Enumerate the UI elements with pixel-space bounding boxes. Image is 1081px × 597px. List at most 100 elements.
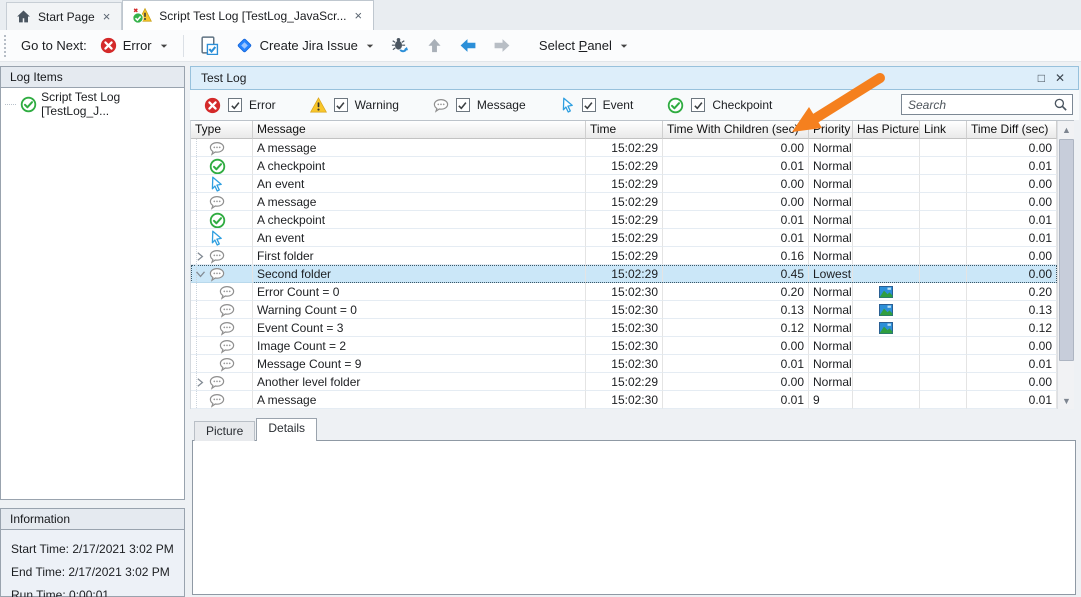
- search-box: [901, 94, 1073, 115]
- go-up-button[interactable]: [421, 34, 448, 57]
- back-button[interactable]: [454, 34, 482, 57]
- filter-checkbox-error[interactable]: [228, 98, 242, 112]
- post-issue-button[interactable]: [385, 34, 415, 58]
- link-cell: [920, 355, 967, 373]
- forward-button[interactable]: [488, 34, 516, 57]
- time-cell: 15:02:30: [586, 355, 663, 373]
- message-cell: Event Count = 3: [253, 319, 586, 337]
- type-cell: [191, 373, 253, 391]
- has-picture-cell: [853, 373, 920, 391]
- log-row[interactable]: A message15:02:290.00Normal0.00: [191, 139, 1057, 157]
- message-cell: Image Count = 2: [253, 337, 586, 355]
- column-header-timediff[interactable]: Time Diff (sec): [967, 121, 1057, 139]
- log-row[interactable]: An event15:02:290.01Normal0.01: [191, 229, 1057, 247]
- tab-start-page[interactable]: Start Page ×: [6, 2, 122, 30]
- checkpoint-icon: [209, 158, 226, 175]
- priority-cell: Normal: [809, 247, 853, 265]
- message-icon: [219, 303, 235, 318]
- priority-cell: Normal: [809, 175, 853, 193]
- message-icon: [209, 393, 225, 408]
- column-header-message[interactable]: Message: [253, 121, 586, 139]
- log-row[interactable]: A checkpoint15:02:290.01Normal0.01: [191, 211, 1057, 229]
- tab-close-icon[interactable]: ×: [354, 11, 364, 21]
- has-picture-cell: [853, 391, 920, 409]
- column-header-priority[interactable]: Priority: [809, 121, 853, 139]
- log-row[interactable]: Another level folder15:02:290.00Normal0.…: [191, 373, 1057, 391]
- tree-item-script-test-log[interactable]: Script Test Log [TestLog_J...: [5, 94, 180, 114]
- twc-cell: 0.01: [663, 211, 809, 229]
- twc-cell: 0.20: [663, 283, 809, 301]
- log-row[interactable]: Message Count = 915:02:300.01Normal0.01: [191, 355, 1057, 373]
- search-icon[interactable]: [1053, 97, 1068, 112]
- filter-label: Event: [603, 98, 634, 112]
- log-row[interactable]: An event15:02:290.00Normal0.00: [191, 175, 1057, 193]
- message-cell: A checkpoint: [253, 211, 586, 229]
- chevron-down-icon: [620, 42, 628, 50]
- log-row[interactable]: A checkpoint15:02:290.01Normal0.01: [191, 157, 1057, 175]
- maximize-panel-icon[interactable]: □: [1033, 71, 1050, 85]
- chevron-down-icon[interactable]: [194, 269, 206, 279]
- tab-picture[interactable]: Picture: [194, 421, 255, 441]
- tab-details[interactable]: Details: [256, 418, 317, 441]
- timediff-cell: 0.00: [967, 337, 1057, 355]
- twc-cell: 0.12: [663, 319, 809, 337]
- log-row[interactable]: Warning Count = 015:02:300.13Normal0.13: [191, 301, 1057, 319]
- chevron-right-icon[interactable]: [194, 377, 206, 388]
- has-picture-cell: [853, 193, 920, 211]
- scroll-up-icon[interactable]: ▲: [1058, 121, 1074, 138]
- priority-cell: Normal: [809, 319, 853, 337]
- scrollbar-thumb[interactable]: [1059, 139, 1074, 361]
- column-header-twc[interactable]: Time With Children (sec): [663, 121, 809, 139]
- tab-close-icon[interactable]: ×: [102, 12, 112, 22]
- log-row[interactable]: First folder15:02:290.16Normal0.00: [191, 247, 1057, 265]
- toolbar-grip-handle[interactable]: [4, 35, 8, 57]
- filter-checkbox-warning[interactable]: [334, 98, 348, 112]
- type-cell: [191, 175, 253, 193]
- message-cell: Another level folder: [253, 373, 586, 391]
- priority-cell: Normal: [809, 301, 853, 319]
- event-icon: [209, 230, 224, 246]
- has-picture-cell: [853, 283, 920, 301]
- log-row[interactable]: A message15:02:300.0190.01: [191, 391, 1057, 409]
- filter-checkbox-checkpoint[interactable]: [691, 98, 705, 112]
- chevron-right-icon[interactable]: [194, 251, 206, 262]
- log-row[interactable]: Event Count = 315:02:300.12Normal0.12: [191, 319, 1057, 337]
- link-cell: [920, 265, 967, 283]
- application-window: { "glyphs": { "tab_close": "✕", "maximiz…: [0, 0, 1081, 597]
- log-row[interactable]: A message15:02:290.00Normal0.00: [191, 193, 1057, 211]
- type-cell: [191, 265, 253, 283]
- type-cell: [191, 301, 253, 319]
- timediff-cell: 0.00: [967, 193, 1057, 211]
- time-cell: 15:02:29: [586, 175, 663, 193]
- log-row[interactable]: Error Count = 015:02:300.20Normal0.20: [191, 283, 1057, 301]
- message-icon: [219, 357, 235, 372]
- toolbar-separator: [183, 35, 184, 57]
- filter-error: Error: [204, 97, 276, 114]
- jira-report-button[interactable]: [194, 33, 224, 58]
- filter-checkbox-message[interactable]: [456, 98, 470, 112]
- select-panel-dropdown[interactable]: Select Panel: [534, 35, 633, 56]
- go-to-next-type-dropdown[interactable]: Error: [95, 34, 173, 57]
- filter-checkbox-event[interactable]: [582, 98, 596, 112]
- start-time-text: Start Time: 2/17/2021 3:02 PM: [11, 538, 174, 561]
- search-input[interactable]: [908, 98, 1053, 112]
- column-header-link[interactable]: Link: [920, 121, 967, 139]
- twc-cell: 0.00: [663, 175, 809, 193]
- column-header-haspic[interactable]: Has Picture: [853, 121, 920, 139]
- vertical-scrollbar[interactable]: ▲ ▼: [1057, 121, 1074, 409]
- column-header-type[interactable]: Type: [191, 121, 253, 139]
- column-header-time[interactable]: Time: [586, 121, 663, 139]
- main-toolbar: Go to Next: Error Create Jira Issue Sel: [0, 30, 1081, 62]
- close-panel-icon[interactable]: ✕: [1050, 71, 1070, 85]
- scroll-down-icon[interactable]: ▼: [1058, 392, 1074, 409]
- twc-cell: 0.16: [663, 247, 809, 265]
- information-panel: Information Start Time: 2/17/2021 3:02 P…: [0, 508, 185, 597]
- tab-script-test-log[interactable]: Script Test Log [TestLog_JavaScr... ×: [122, 0, 374, 30]
- message-cell: An event: [253, 175, 586, 193]
- log-row[interactable]: Second folder15:02:290.45Lowest0.00: [191, 265, 1057, 283]
- log-row[interactable]: Image Count = 215:02:300.00Normal0.00: [191, 337, 1057, 355]
- message-cell: Warning Count = 0: [253, 301, 586, 319]
- message-cell: Error Count = 0: [253, 283, 586, 301]
- create-jira-issue-button[interactable]: Create Jira Issue: [230, 33, 379, 58]
- has-picture-cell: [853, 247, 920, 265]
